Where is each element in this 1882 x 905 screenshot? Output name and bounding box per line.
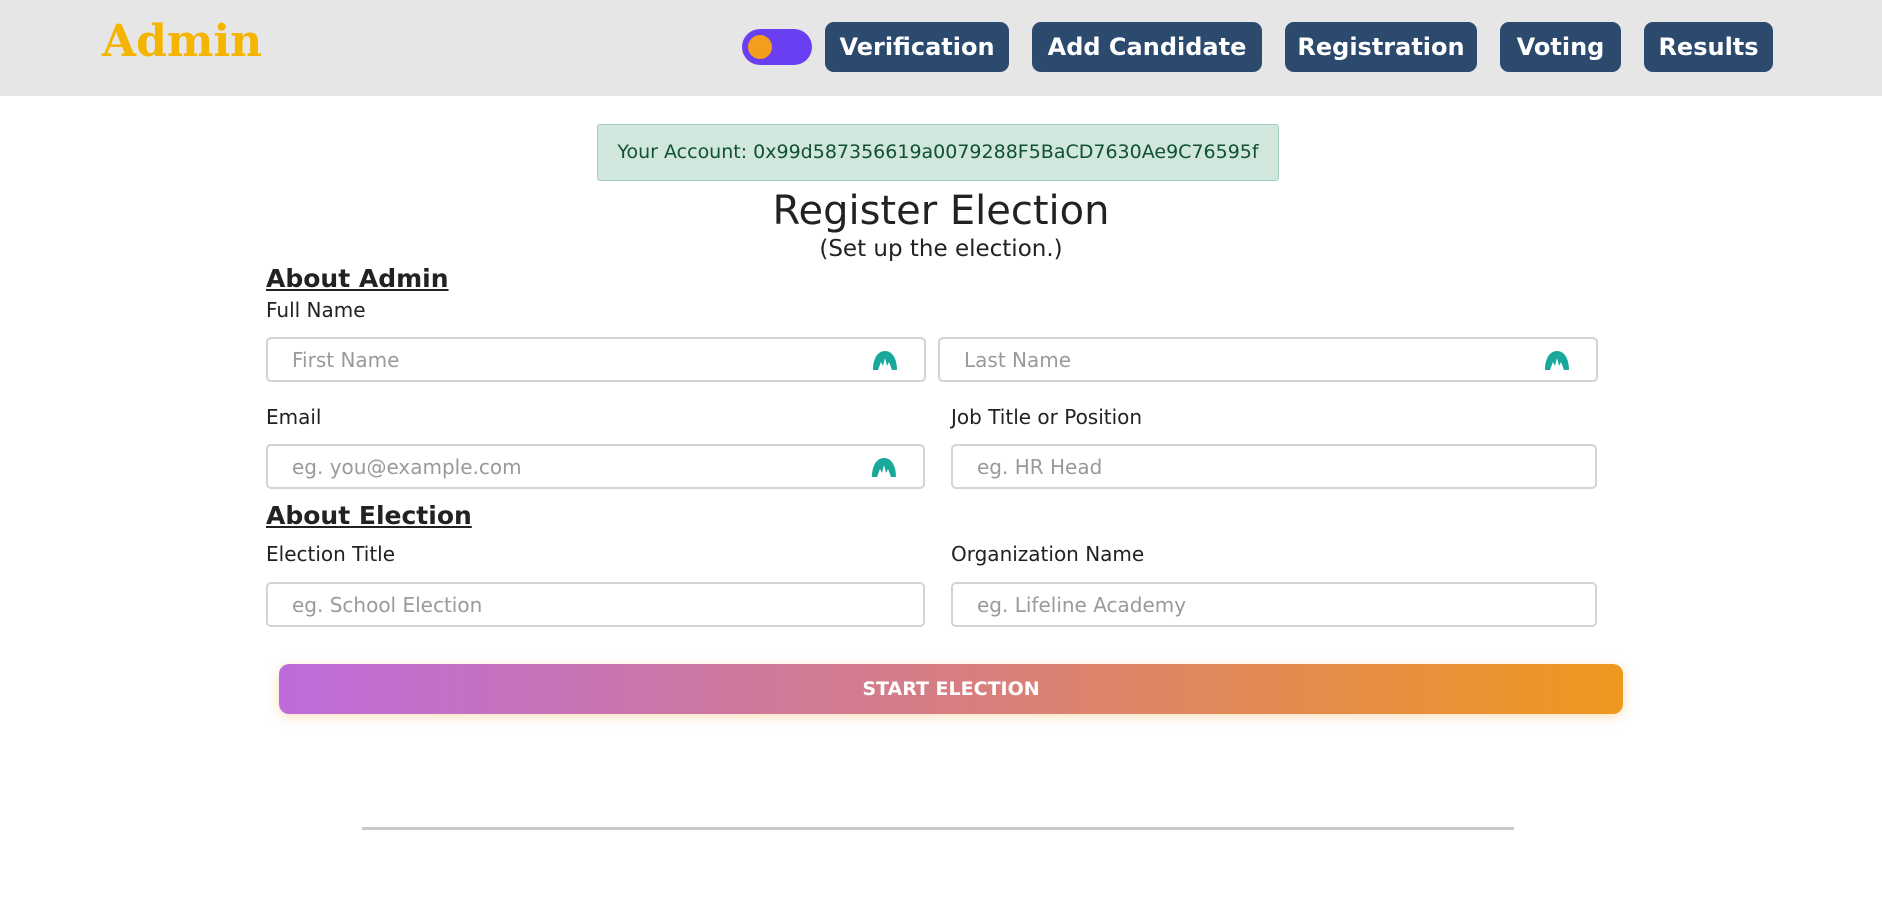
- organization-name-input[interactable]: [977, 584, 1539, 625]
- account-banner: Your Account: 0x99d587356619a0079288F5Ba…: [597, 124, 1279, 181]
- nav-registration-button[interactable]: Registration: [1285, 22, 1477, 72]
- autofill-extension-icon[interactable]: [1544, 349, 1570, 371]
- brand-logo[interactable]: Admin: [102, 16, 262, 67]
- job-title-field[interactable]: [951, 444, 1597, 489]
- nav-results-button[interactable]: Results: [1644, 22, 1773, 72]
- email-field[interactable]: [266, 444, 925, 489]
- job-title-input[interactable]: [977, 446, 1539, 487]
- email-label: Email: [266, 405, 322, 429]
- nav-voting-button[interactable]: Voting: [1500, 22, 1621, 72]
- election-title-field[interactable]: [266, 582, 925, 627]
- nav-verification-button[interactable]: Verification: [825, 22, 1009, 72]
- navbar: Admin Verification Add Candidate Registr…: [0, 0, 1882, 96]
- autofill-extension-icon[interactable]: [872, 349, 898, 371]
- toggle-knob: [748, 35, 772, 59]
- autofill-extension-icon[interactable]: [871, 456, 897, 478]
- start-election-button[interactable]: START ELECTION: [279, 664, 1623, 714]
- about-admin-heading: About Admin: [266, 264, 449, 293]
- election-title-label: Election Title: [266, 542, 396, 566]
- about-election-heading: About Election: [266, 501, 472, 530]
- last-name-field[interactable]: [938, 337, 1598, 382]
- nav-add-candidate-button[interactable]: Add Candidate: [1032, 22, 1262, 72]
- election-title-input[interactable]: [292, 584, 867, 625]
- page-title: Register Election: [772, 188, 1110, 234]
- first-name-input[interactable]: [292, 339, 868, 380]
- theme-toggle[interactable]: [742, 29, 812, 65]
- last-name-input[interactable]: [964, 339, 1540, 380]
- job-title-label: Job Title or Position: [951, 405, 1143, 429]
- email-input[interactable]: [292, 446, 867, 487]
- first-name-field[interactable]: [266, 337, 926, 382]
- full-name-label: Full Name: [266, 298, 366, 322]
- organization-name-label: Organization Name: [951, 542, 1145, 566]
- divider: [362, 827, 1514, 830]
- organization-name-field[interactable]: [951, 582, 1597, 627]
- page-subtitle: (Set up the election.): [819, 236, 1063, 262]
